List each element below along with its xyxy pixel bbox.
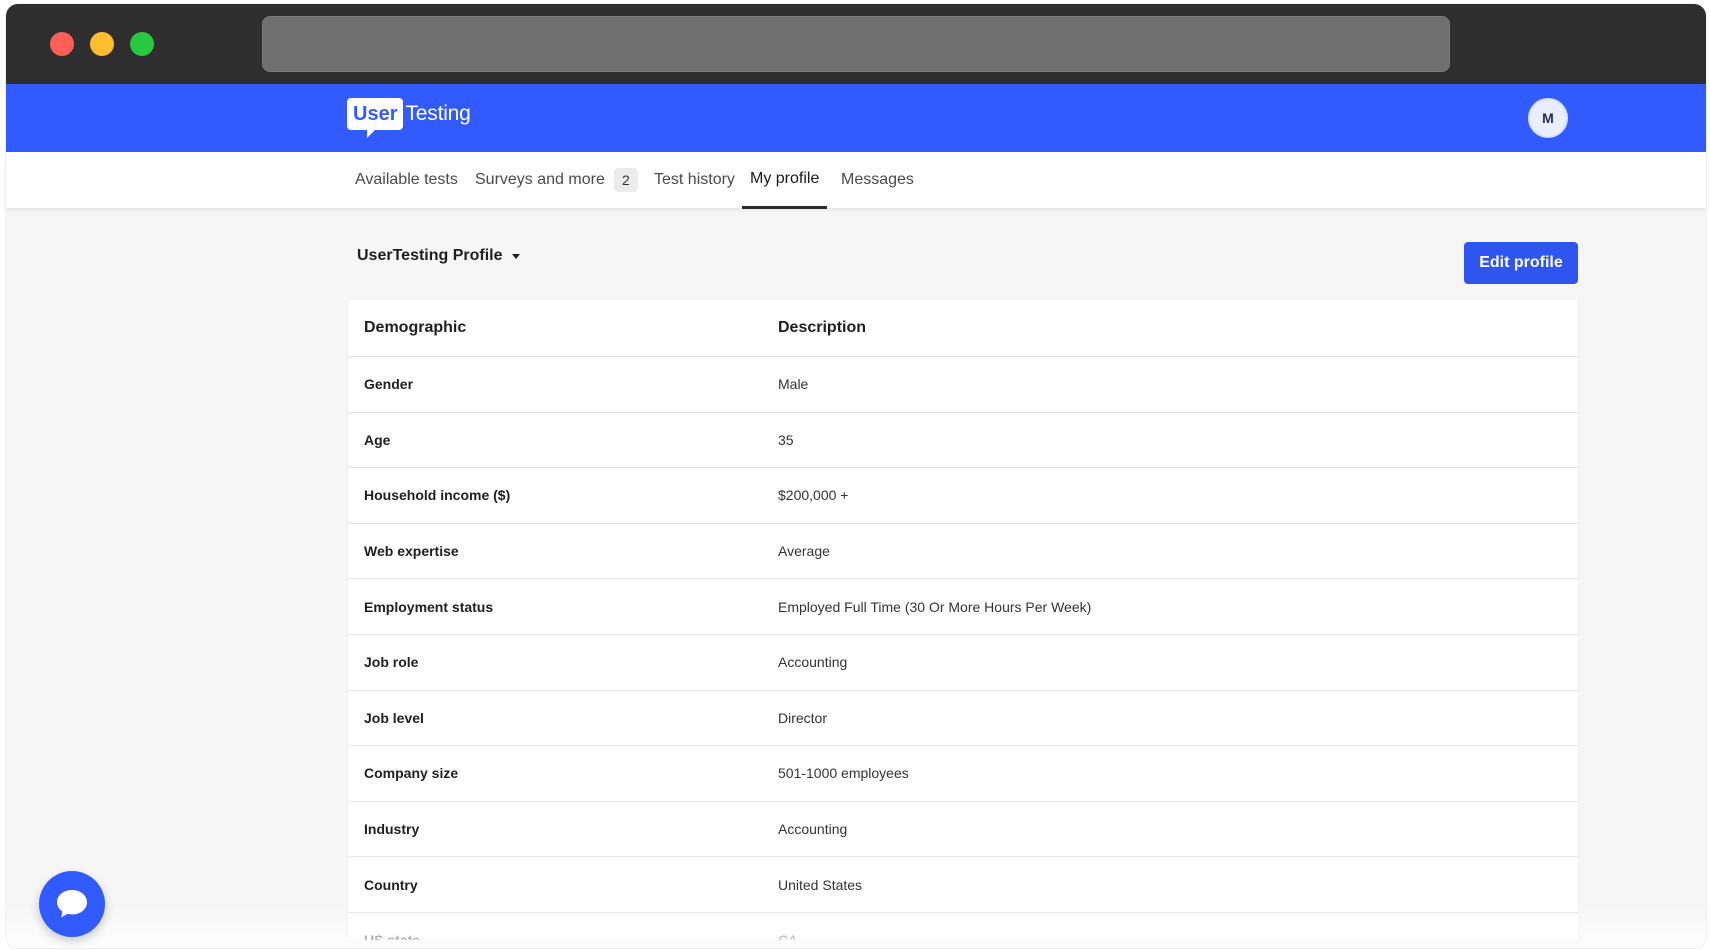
table-row: US state CA <box>348 913 1578 940</box>
description-cell: Accounting <box>778 821 848 838</box>
description-cell: CA <box>778 913 1558 940</box>
chat-bubble-icon <box>57 890 87 918</box>
description-cell: 35 <box>778 431 794 448</box>
logo-mark: User <box>347 98 404 138</box>
demographic-cell: Country <box>364 876 418 893</box>
usertesting-logo[interactable]: User Testing <box>347 96 471 138</box>
demographic-cell: Household income ($) <box>364 487 511 504</box>
demographic-cell: Industry <box>364 821 420 838</box>
column-header-description: Description <box>778 319 867 336</box>
address-bar[interactable] <box>262 16 1450 72</box>
minimize-window-button[interactable] <box>90 32 114 56</box>
table-header-row: Demographic Description <box>348 300 1578 357</box>
description-cell: $200,000 + <box>778 487 849 504</box>
description-cell: Male <box>778 376 809 393</box>
tab-available-tests[interactable]: Available tests <box>355 152 458 208</box>
description-cell: Average <box>778 543 830 560</box>
demographic-cell: Age <box>364 431 391 448</box>
demographic-cell: US state <box>364 913 764 940</box>
table-row: Web expertise Average <box>348 524 1578 580</box>
table-row: Employment status Employed Full Time (30… <box>348 579 1578 635</box>
table-row: Gender Male <box>348 357 1578 413</box>
profile-selector-dropdown[interactable]: UserTesting Profile <box>357 247 520 265</box>
demographic-cell: Job level <box>364 709 424 726</box>
tab-label: My profile <box>750 170 820 187</box>
description-cell: 501-1000 employees <box>778 765 909 782</box>
description-cell: Accounting <box>778 654 848 671</box>
app-header: User Testing M <box>6 84 1706 152</box>
main-nav-tabs: Available tests Surveys and more 2 Test … <box>6 152 1706 209</box>
table-row: Household income ($) $200,000 + <box>348 468 1578 524</box>
table-row: Job level Director <box>348 691 1578 747</box>
description-cell: Employed Full Time (30 Or More Hours Per… <box>778 598 1092 615</box>
logo-box-text: User <box>353 103 398 125</box>
tab-label: Test history <box>654 171 735 188</box>
table-row: Industry Accounting <box>348 802 1578 858</box>
close-window-button[interactable] <box>50 32 74 56</box>
tab-test-history[interactable]: Test history <box>654 152 735 208</box>
demographics-table: Demographic Description Gender Male Age … <box>348 300 1578 940</box>
logo-wordmark: Testing <box>405 102 471 125</box>
user-avatar[interactable]: M <box>1528 98 1568 138</box>
tab-label: Messages <box>841 171 914 188</box>
description-cell: Director <box>778 709 828 726</box>
table-row: Company size 501-1000 employees <box>348 746 1578 802</box>
demographic-cell: Employment status <box>364 598 494 615</box>
tab-label: Available tests <box>355 171 458 188</box>
table-row: Age 35 <box>348 413 1578 469</box>
maximize-window-button[interactable] <box>130 32 154 56</box>
edit-profile-button[interactable]: Edit profile <box>1464 242 1578 284</box>
demographic-cell: Company size <box>364 765 459 782</box>
table-row: Job role Accounting <box>348 635 1578 691</box>
table-row: Country United States <box>348 857 1578 913</box>
description-cell: United States <box>778 876 863 893</box>
browser-window: User Testing M Available tests Surveys a… <box>6 4 1706 948</box>
demographic-cell: Gender <box>364 376 414 393</box>
tab-my-profile[interactable]: My profile <box>742 152 828 209</box>
profile-selector-label: UserTesting Profile <box>357 247 503 264</box>
tab-messages[interactable]: Messages <box>841 152 914 208</box>
demographic-cell: Web expertise <box>364 543 459 560</box>
caret-down-icon <box>511 253 520 259</box>
demographic-cell: Job role <box>364 654 419 671</box>
logo-tail <box>367 130 375 138</box>
chat-launcher-button[interactable] <box>39 871 105 937</box>
column-header-demographic: Demographic <box>364 319 467 336</box>
browser-chrome <box>6 4 1706 84</box>
tab-surveys-and-more[interactable]: Surveys and more 2 <box>475 152 638 208</box>
surveys-count-badge: 2 <box>613 168 638 192</box>
tab-label: Surveys and more <box>475 171 605 188</box>
